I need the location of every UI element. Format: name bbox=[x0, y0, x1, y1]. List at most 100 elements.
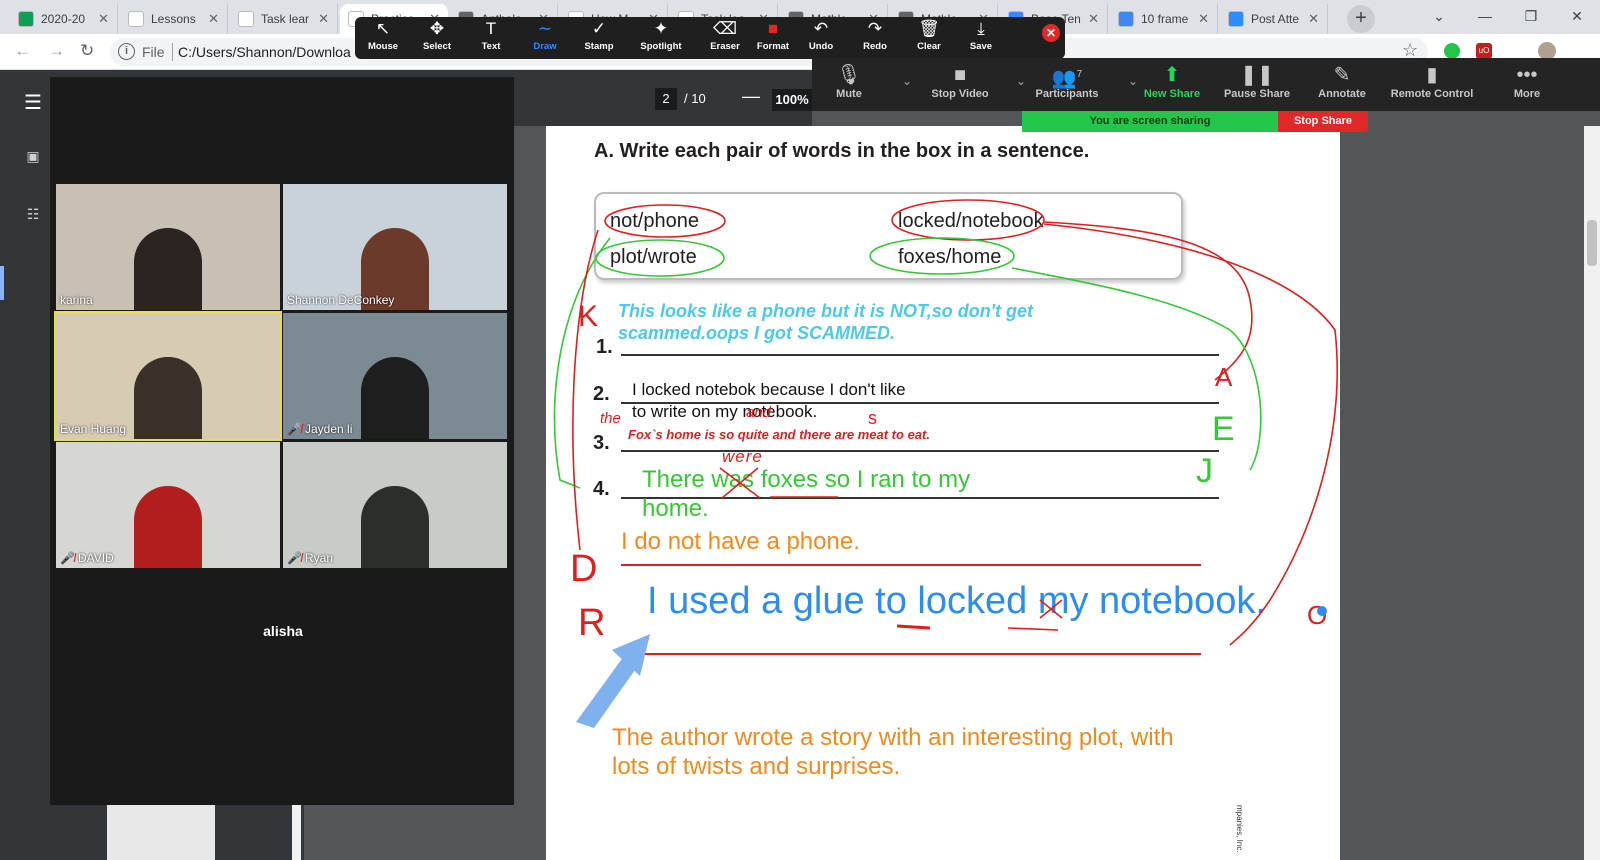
annotation-tool-label: Redo bbox=[863, 41, 887, 52]
annotation-tool-stamp[interactable]: ✓ Stamp bbox=[573, 17, 625, 59]
draw-icon: ∼ bbox=[537, 19, 553, 38]
cursor-icon: ↖ bbox=[375, 19, 391, 38]
participant-video-tile[interactable]: 🎤̸ Ryan bbox=[283, 442, 507, 568]
participants-icon: 👥7 bbox=[1051, 67, 1083, 90]
save-icon: ⤓ bbox=[977, 19, 985, 38]
participant-silhouette bbox=[134, 486, 202, 568]
share-toolbar-pause-share-button[interactable]: ❚❚ Pause Share bbox=[1222, 58, 1292, 111]
strike-mark bbox=[1039, 599, 1063, 619]
circle-annotation bbox=[604, 204, 726, 238]
participant-video-tile[interactable]: Shannon DeConkey bbox=[283, 184, 507, 310]
circle-annotation bbox=[595, 239, 725, 277]
format-icon: ■ bbox=[767, 19, 779, 38]
annotation-tool-label: Save bbox=[969, 41, 993, 52]
trash-icon: 🗑 bbox=[918, 19, 940, 38]
share-toolbar-label: New Share bbox=[1143, 88, 1201, 100]
annotation-tool-label: Text bbox=[481, 41, 501, 52]
draw-cursor-dot bbox=[1317, 606, 1327, 616]
share-toolbar-label: Pause Share bbox=[1223, 88, 1291, 100]
annotation-tool-label: Draw bbox=[533, 41, 557, 52]
share-toolbar-annotate-button[interactable]: ✎ Annotate bbox=[1312, 58, 1372, 111]
strike-mark bbox=[719, 467, 761, 499]
arrow-stroke bbox=[1043, 223, 1338, 646]
share-toolbar-participants-button[interactable]: 👥7 Participants bbox=[1022, 58, 1112, 111]
participant-count: 7 bbox=[1076, 69, 1083, 80]
participant-silhouette bbox=[134, 357, 202, 439]
share-toolbar-label: More bbox=[1513, 88, 1541, 100]
annotation-tool-text[interactable]: T Text bbox=[465, 17, 517, 59]
pause-icon: ❚❚ bbox=[1240, 64, 1274, 86]
muted-mic-icon: 🎤̸ bbox=[287, 551, 302, 565]
eraser-icon: ⌫ bbox=[712, 19, 738, 38]
circle-annotation bbox=[869, 237, 1015, 275]
participant-video-tile[interactable]: 🎤̸ Jayden li bbox=[283, 313, 507, 439]
pencil-icon: ✎ bbox=[1333, 64, 1351, 86]
annotation-tool-eraser[interactable]: ⌫ Eraser bbox=[699, 17, 751, 59]
screen-sharing-indicator: You are screen sharing bbox=[1022, 111, 1278, 132]
share-toolbar-label: Participants bbox=[1035, 88, 1099, 100]
annotation-tool-label: Mouse bbox=[367, 41, 399, 52]
underline-mark bbox=[1007, 627, 1059, 631]
stop-share-button[interactable]: Stop Share bbox=[1278, 111, 1368, 132]
bracket-stroke bbox=[553, 237, 611, 489]
share-toolbar-label: Mute bbox=[836, 88, 862, 100]
annotation-tool-label: Undo bbox=[808, 41, 834, 52]
zoom-share-toolbar: 🎙 Mute ■ Stop Video 👥7 Participants ⬆ New Share… bbox=[812, 58, 1600, 111]
video-camera-icon: ■ bbox=[953, 64, 967, 86]
annotation-tool-label: Clear bbox=[917, 41, 941, 52]
mute-options-chevron-icon[interactable]: ⌄ bbox=[902, 74, 912, 88]
move-icon: ✥ bbox=[429, 19, 445, 38]
circle-annotation bbox=[891, 199, 1045, 241]
annotation-tool-redo[interactable]: ↷ Redo bbox=[849, 17, 901, 59]
participant-name: Shannon DeConkey bbox=[287, 293, 395, 307]
video-options-chevron-icon[interactable]: ⌄ bbox=[1016, 74, 1026, 88]
share-toolbar-label: Annotate bbox=[1318, 88, 1366, 100]
annotation-tool-label: Stamp bbox=[584, 41, 614, 52]
participant-name: Evan Huang bbox=[60, 422, 127, 436]
muted-mic-icon: 🎤̸ bbox=[60, 551, 75, 565]
share-toolbar-new-share-button[interactable]: ⬆ New Share bbox=[1142, 58, 1202, 111]
text-icon: T bbox=[485, 19, 497, 38]
participant-silhouette bbox=[134, 228, 202, 310]
participant-no-video-tile[interactable]: alisha bbox=[170, 571, 396, 698]
annotation-tool-label: Select bbox=[423, 41, 451, 52]
participant-name: DAVID bbox=[78, 551, 114, 565]
share-toolbar-stop-video-button[interactable]: ■ Stop Video bbox=[920, 58, 1000, 111]
arrow-stroke bbox=[1043, 221, 1253, 381]
close-annotation-icon[interactable]: ✕ bbox=[1042, 24, 1060, 42]
muted-mic-icon: 🎤̸ bbox=[287, 422, 302, 436]
participant-name: alisha bbox=[263, 623, 303, 639]
annotation-tool-clear[interactable]: 🗑 Clear bbox=[903, 17, 955, 59]
microphone-icon: 🎙 bbox=[836, 64, 862, 86]
participant-name: karina bbox=[60, 293, 93, 307]
annotation-tool-label: Spotlight bbox=[640, 41, 682, 52]
annotation-tool-save[interactable]: ⤓ Save bbox=[955, 17, 1007, 59]
annotation-tool-mouse[interactable]: ↖ Mouse bbox=[357, 17, 409, 59]
participant-video-tile[interactable]: Evan Huang bbox=[54, 311, 282, 441]
share-toolbar-more-button[interactable]: ••• More bbox=[1502, 58, 1552, 111]
participant-video-tile[interactable]: 🎤̸ DAVID bbox=[56, 442, 280, 568]
new-share-icon: ⬆ bbox=[1163, 64, 1181, 86]
share-toolbar-label: Stop Video bbox=[931, 88, 989, 100]
mouse-icon: ▮ bbox=[1426, 64, 1438, 86]
annotation-tool-spotlight[interactable]: ✦ Spotlight bbox=[635, 17, 687, 59]
participant-silhouette bbox=[361, 486, 429, 568]
stamp-icon: ✓ bbox=[591, 19, 607, 38]
annotation-tool-format[interactable]: ■ Format bbox=[747, 17, 799, 59]
annotation-tool-draw[interactable]: ∼ Draw bbox=[519, 17, 571, 59]
share-toolbar-label: Remote Control bbox=[1390, 88, 1474, 100]
redo-icon: ↷ bbox=[867, 19, 883, 38]
participants-chevron-icon[interactable]: ⌄ bbox=[1128, 74, 1138, 88]
undo-icon: ↶ bbox=[813, 19, 829, 38]
share-toolbar-remote-control-button[interactable]: ▮ Remote Control bbox=[1382, 58, 1482, 111]
annotation-tool-label: Eraser bbox=[710, 41, 740, 52]
participant-video-tile[interactable]: karina bbox=[56, 184, 280, 310]
annotation-tool-label: Format bbox=[756, 41, 790, 52]
participant-name: Ryan bbox=[305, 551, 334, 565]
annotation-toolbar: ↖ Mouse ✥ Select T Text ∼ Draw ✓ Stamp ✦ Spotlight ⌫… bbox=[355, 17, 1065, 59]
arrow-stroke bbox=[1011, 267, 1262, 471]
annotation-tool-undo[interactable]: ↶ Undo bbox=[795, 17, 847, 59]
annotation-tool-select[interactable]: ✥ Select bbox=[411, 17, 463, 59]
bracket-stroke bbox=[572, 229, 599, 551]
share-toolbar-mute-button[interactable]: 🎙 Mute bbox=[820, 58, 878, 111]
